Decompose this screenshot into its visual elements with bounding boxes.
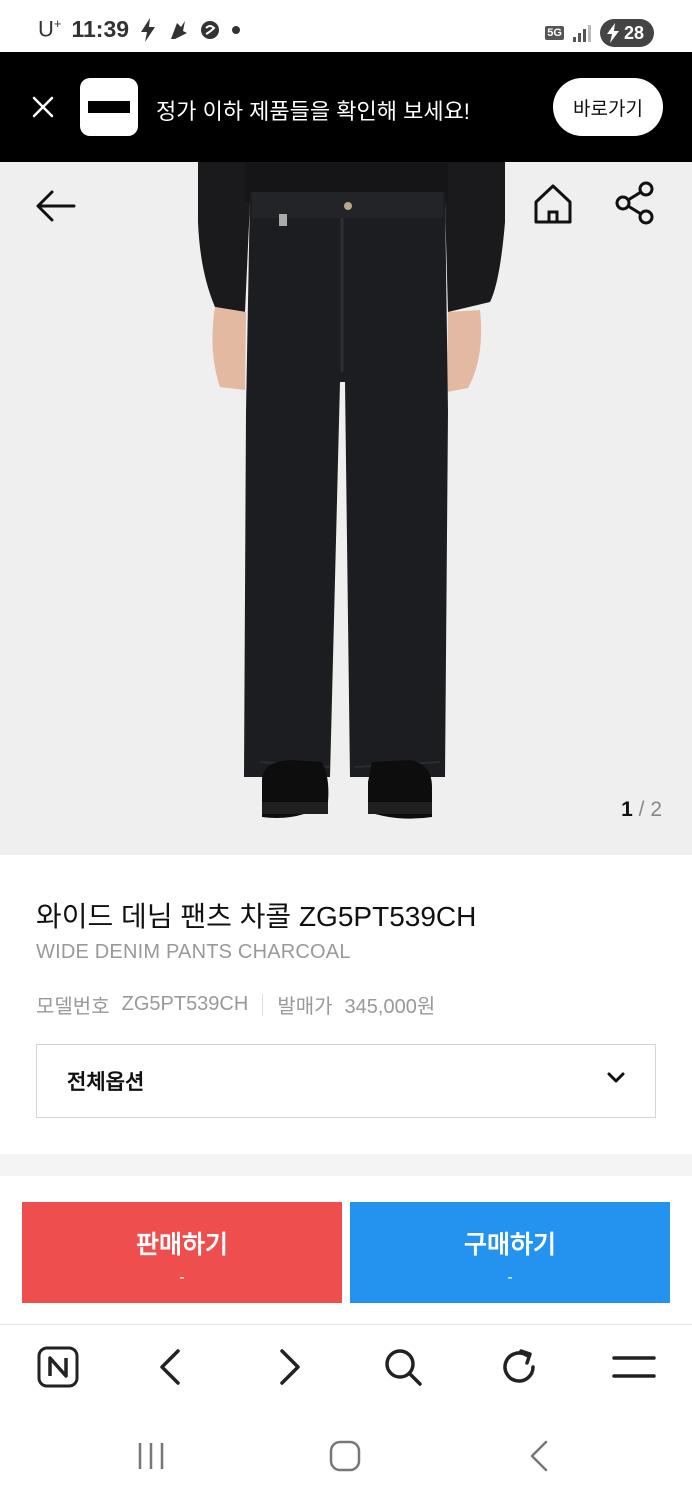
battery-charging-icon <box>606 23 619 43</box>
more-notifications-icon <box>232 25 241 34</box>
app-notification-icon-2 <box>201 20 220 39</box>
close-icon[interactable] <box>28 92 58 122</box>
menu-icon[interactable] <box>612 1345 656 1389</box>
status-right: 5G 28 <box>545 19 654 47</box>
sell-button[interactable]: 판매하기 - <box>22 1202 342 1303</box>
model-number-label: 모델번호 <box>36 996 110 1018</box>
share-icon[interactable] <box>612 180 658 226</box>
sell-button-price: - <box>179 1269 185 1286</box>
sell-button-label: 판매하기 <box>135 1231 228 1259</box>
section-divider <box>0 1154 692 1176</box>
back-arrow-icon[interactable] <box>30 182 78 230</box>
recent-apps-icon[interactable] <box>136 1439 166 1473</box>
buy-button-price: - <box>507 1269 513 1286</box>
buy-button[interactable]: 구매하기 - <box>350 1202 670 1303</box>
browser-forward-icon[interactable] <box>266 1345 310 1389</box>
product-photo <box>198 162 505 819</box>
signal-icon <box>572 25 591 42</box>
product-meta: 모델번호 ZG5PT539CH 발매가 345,000원 <box>36 990 435 1019</box>
network-type: 5G <box>545 26 564 40</box>
system-navigation-bar <box>0 1413 692 1500</box>
clock: 11:39 <box>71 16 130 42</box>
refresh-icon[interactable] <box>497 1345 541 1389</box>
app-logo <box>80 78 138 136</box>
home-icon[interactable] <box>528 180 578 230</box>
carrier-label: U+ <box>38 16 62 42</box>
browser-toolbar <box>0 1325 692 1413</box>
banner-go-button[interactable]: 바로가기 <box>553 78 663 136</box>
option-select-value: 전체옵션 <box>67 1071 145 1094</box>
buy-button-label: 구매하기 <box>463 1231 556 1259</box>
status-left: U+ 11:39 <box>38 16 241 43</box>
promo-banner: 정가 이하 제품들을 확인해 보세요! 바로가기 <box>0 52 692 162</box>
product-title: 와이드 데님 팬츠 차콜 ZG5PT539CH <box>36 901 477 932</box>
release-price-value: 345,000원 <box>344 996 436 1018</box>
home-button-icon[interactable] <box>328 1439 362 1473</box>
option-select[interactable]: 전체옵션 <box>36 1044 656 1118</box>
browser-back-icon[interactable] <box>150 1345 194 1389</box>
product-english-name: WIDE DENIM PANTS CHARCOAL <box>36 941 351 963</box>
search-icon[interactable] <box>381 1345 425 1389</box>
release-price-label: 발매가 <box>277 996 333 1018</box>
naver-icon[interactable] <box>36 1345 80 1389</box>
battery-level: 28 <box>623 23 644 43</box>
banner-message: 정가 이하 제품들을 확인해 보세요! <box>156 99 470 124</box>
system-back-icon[interactable] <box>526 1439 552 1473</box>
model-number-value: ZG5PT539CH <box>121 993 249 1015</box>
status-bar: U+ 11:39 5G 28 <box>0 0 692 52</box>
battery-indicator: 28 <box>599 19 654 47</box>
product-image-gallery[interactable]: 1 / 2 <box>0 162 692 855</box>
app-notification-icon <box>171 20 188 39</box>
chevron-down-icon <box>607 1072 625 1083</box>
meta-divider <box>262 993 264 1016</box>
charging-icon <box>141 17 156 42</box>
image-counter: 1 / 2 <box>621 798 662 821</box>
